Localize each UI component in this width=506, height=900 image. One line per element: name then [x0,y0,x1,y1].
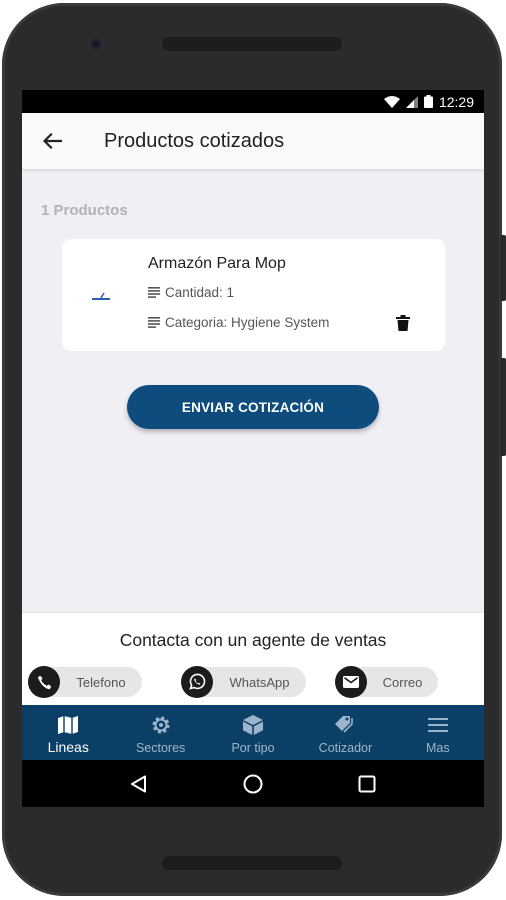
bottom-speaker [162,856,342,870]
nav-item-mas[interactable]: Mas [392,705,484,760]
product-name: Armazón Para Mop [148,255,286,272]
phone-icon [28,666,60,698]
map-icon [56,713,80,737]
product-count: 1 Productos [41,202,128,219]
power-button [500,358,506,456]
list-lines-icon [148,287,160,298]
gear-icon [149,713,173,737]
nav-item-lineas[interactable]: Lineas [22,705,114,760]
nav-label: Cotizador [318,741,373,755]
phone-contact-button[interactable]: Telefono [28,666,142,698]
product-card[interactable]: Armazón Para Mop Cantidad: 1 Categoria: [62,239,445,351]
list-lines-icon [148,317,160,328]
volume-button [500,235,506,301]
phone-label: Telefono [76,674,126,690]
nav-label: Sectores [135,741,186,755]
tag-icon [333,713,357,737]
email-label: Correo [382,674,423,690]
whatsapp-icon [181,666,213,698]
product-quantity-row: Cantidad: 1 [148,285,234,300]
nav-item-por-tipo[interactable]: Por tipo [207,705,299,760]
product-category: Categoria: Hygiene System [165,315,330,330]
email-contact-button[interactable]: Correo [335,666,438,698]
top-speaker [162,37,342,51]
nav-item-sectores[interactable]: Sectores [114,705,206,760]
system-home-button[interactable] [233,764,273,804]
nav-item-cotizador[interactable]: Cotizador [299,705,391,760]
product-quantity: Cantidad: 1 [165,285,235,300]
box-icon [241,713,265,737]
menu-icon [426,713,450,737]
front-camera [90,38,102,50]
delete-button[interactable] [396,315,410,331]
status-time: 12:29 [438,93,474,110]
status-bar: 12:29 [22,90,484,113]
whatsapp-contact-button[interactable]: WhatsApp [181,666,306,698]
circle-home-icon [243,774,263,793]
square-recents-icon [358,775,376,792]
wifi-icon [383,95,400,108]
system-navigation-bar [22,760,484,807]
trash-icon [396,315,410,331]
email-icon [335,666,367,698]
signal-icon [405,95,418,108]
send-quote-button[interactable]: ENVIAR COTIZACIÓN [127,385,379,429]
screen: 12:29 Productos cotizados 1 Productos Ar… [22,90,484,807]
nav-label: Lineas [47,739,89,755]
back-button[interactable] [22,113,82,170]
contact-title: Contacta con un agente de ventas [119,630,387,650]
phone-frame: 12:29 Productos cotizados 1 Productos Ar… [2,3,506,896]
product-category-row: Categoria: Hygiene System [148,315,329,330]
triangle-back-icon [131,775,146,792]
product-thumbnail [90,289,114,300]
system-back-button[interactable] [119,764,159,804]
bottom-navigation: Lineas Sectores Por tipo Cotizador Mas [22,705,484,760]
nav-label: Por tipo [231,741,275,755]
nav-label: Mas [426,741,450,755]
app-bar: Productos cotizados [22,113,484,170]
page-title: Productos cotizados [104,129,285,152]
arrow-left-icon [42,133,62,149]
battery-icon [423,95,433,108]
system-recents-button[interactable] [347,764,387,804]
whatsapp-label: WhatsApp [229,674,290,690]
contact-panel: Contacta con un agente de ventas Telefon… [22,612,484,705]
